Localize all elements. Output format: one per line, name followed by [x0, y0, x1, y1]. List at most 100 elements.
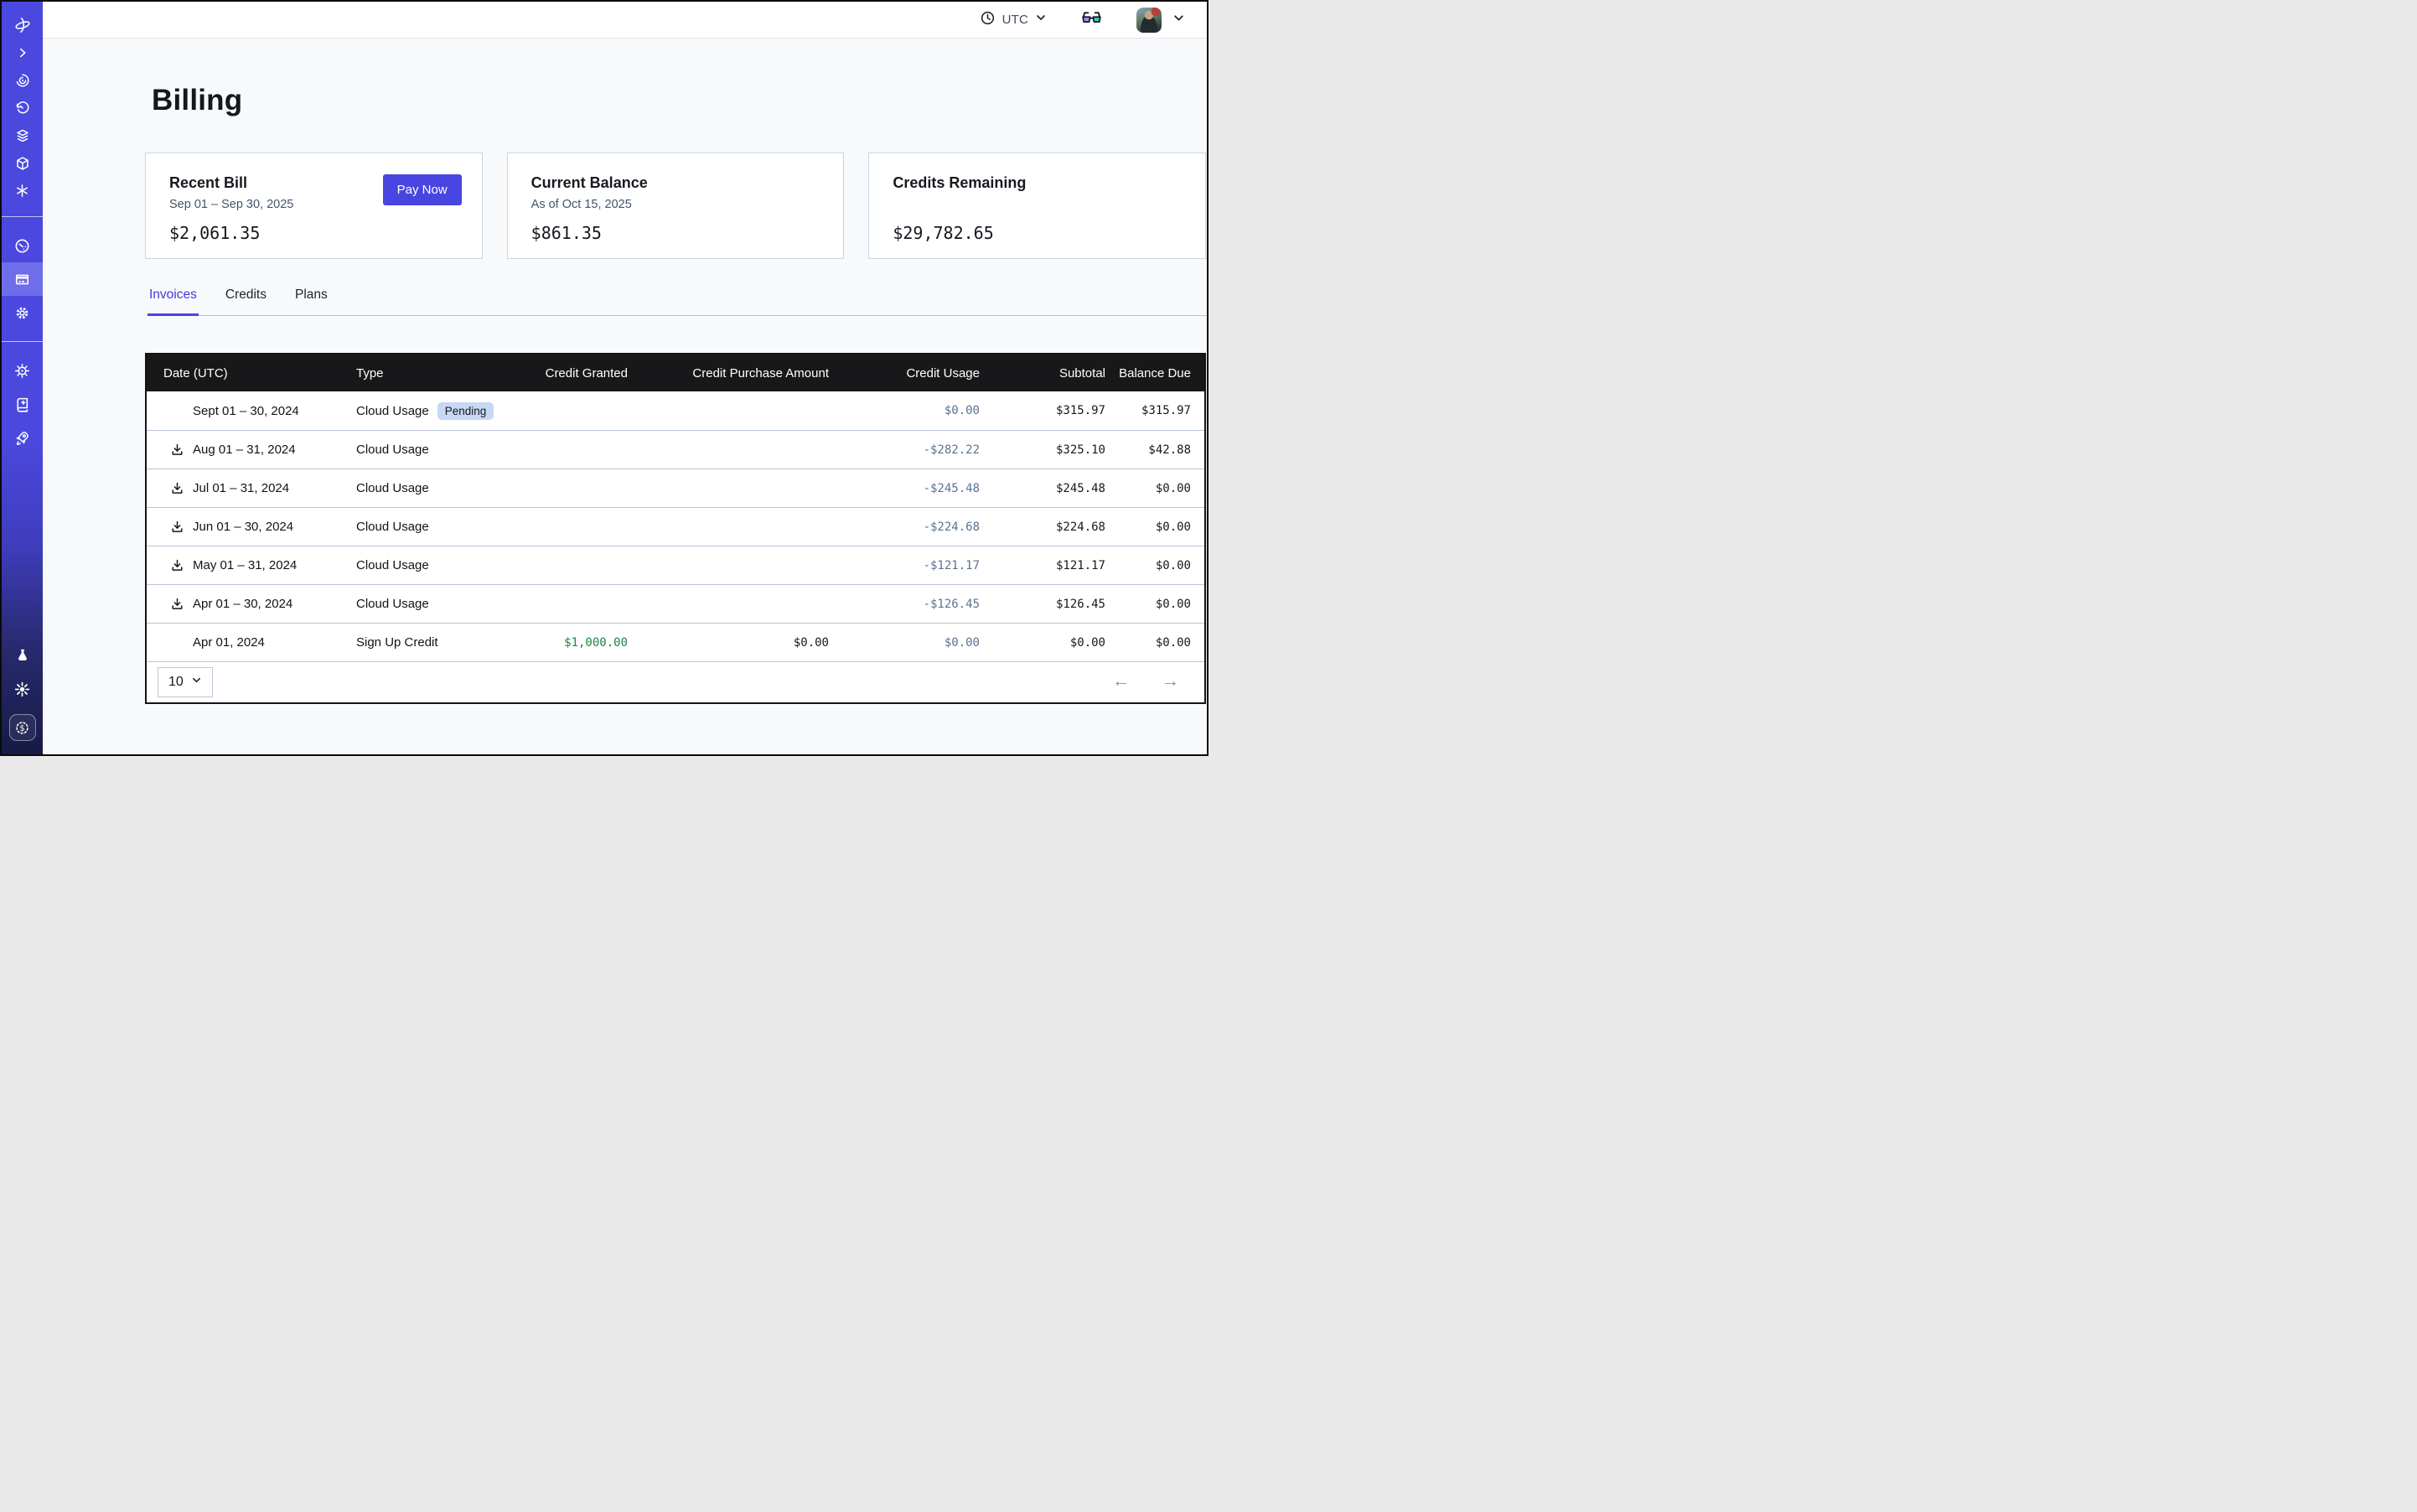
subtotal-value: $325.10 [993, 443, 1119, 457]
sidebar-item-docs[interactable] [2, 387, 43, 421]
glasses-icon[interactable] [1080, 11, 1103, 28]
billing-tabs: Invoices Credits Plans [148, 287, 1207, 316]
credit-purchase-value: $0.00 [641, 636, 842, 650]
download-invoice-button[interactable] [170, 520, 185, 535]
invoice-date: Jun 01 – 30, 2024 [193, 520, 293, 534]
pay-now-button[interactable]: Pay Now [383, 174, 462, 205]
invoice-date-cell: Jun 01 – 30, 2024 [147, 520, 356, 535]
avatar[interactable] [1136, 8, 1162, 33]
table-row: Jul 01 – 31, 2024 Cloud Usage -$245.48 $… [147, 469, 1204, 507]
table-row: Apr 01 – 30, 2024 Cloud Usage -$126.45 $… [147, 584, 1204, 623]
previous-page-button[interactable]: ← [1112, 671, 1130, 693]
tab-credits[interactable]: Credits [224, 287, 268, 316]
download-invoice-button[interactable] [170, 558, 185, 573]
sidebar-item-layers[interactable] [2, 122, 43, 149]
invoice-date: Apr 01 – 30, 2024 [193, 597, 292, 611]
invoice-date: Jul 01 – 31, 2024 [193, 481, 289, 495]
billing-card-icon [14, 272, 30, 287]
credit-usage-value: -$245.48 [842, 482, 993, 495]
credits-remaining-card: Credits Remaining $29,782.65 [868, 153, 1206, 259]
status-badge: Pending [437, 402, 494, 420]
download-invoice-button[interactable] [170, 443, 185, 458]
invoice-type: Cloud Usage [356, 481, 429, 495]
invoice-type: Cloud Usage [356, 520, 429, 534]
recent-bill-card: Recent Bill Sep 01 – Sep 30, 2025 $2,061… [145, 153, 483, 259]
sidebar-item-expand[interactable] [2, 39, 43, 66]
col-header-date: Date (UTC) [147, 366, 356, 381]
invoice-type: Cloud Usage [356, 443, 429, 457]
balance-due-value: $0.00 [1119, 482, 1204, 495]
sidebar-item-billing[interactable] [2, 262, 43, 296]
invoice-type-cell: Sign Up Credit [356, 635, 532, 650]
table-row: Sept 01 – 30, 2024 Cloud Usage Pending $… [147, 391, 1204, 430]
table-row: May 01 – 31, 2024 Cloud Usage -$121.17 $… [147, 546, 1204, 584]
next-page-button[interactable]: → [1162, 671, 1179, 693]
sidebar-item-labs[interactable] [2, 639, 43, 672]
invoice-type-cell: Cloud Usage [356, 481, 532, 495]
credit-usage-value: $0.00 [842, 404, 993, 417]
credit-usage-value: -$224.68 [842, 520, 993, 534]
invoice-type: Sign Up Credit [356, 635, 438, 650]
card-title: Current Balance [531, 174, 820, 192]
sidebar-item-credits[interactable]: $ [9, 714, 36, 741]
credit-granted-value: $1,000.00 [532, 636, 641, 650]
sidebar-item-services[interactable] [2, 177, 43, 205]
chevron-down-icon [1035, 12, 1047, 28]
card-subtitle: As of Oct 15, 2025 [531, 198, 820, 212]
subtotal-value: $0.00 [993, 636, 1119, 650]
invoice-type: Cloud Usage [356, 558, 429, 572]
chevron-down-icon[interactable] [1172, 12, 1185, 28]
balance-due-value: $0.00 [1119, 636, 1204, 650]
table-header-row: Date (UTC) Type Credit Granted Credit Pu… [147, 355, 1204, 391]
table-row: Jun 01 – 30, 2024 Cloud Usage -$224.68 $… [147, 507, 1204, 546]
observability-eye-icon [15, 73, 30, 88]
sidebar-item-launch[interactable] [2, 421, 43, 454]
app-window: $ UTC [0, 0, 1208, 756]
main-area: UTC [43, 2, 1207, 754]
current-balance-card: Current Balance As of Oct 15, 2025 $861.… [507, 153, 845, 259]
invoice-date-cell: Aug 01 – 31, 2024 [147, 443, 356, 458]
col-header-credit-granted: Credit Granted [532, 366, 641, 381]
sidebar-item-compute[interactable] [2, 149, 43, 177]
invoice-type-cell: Cloud Usage [356, 520, 532, 534]
invoice-type: Cloud Usage [356, 404, 429, 418]
rocket-icon [14, 430, 30, 446]
balance-due-value: $0.00 [1119, 520, 1204, 534]
subtotal-value: $245.48 [993, 482, 1119, 495]
subtotal-value: $315.97 [993, 404, 1119, 417]
page-title: Billing [152, 84, 1168, 117]
sidebar-item-history[interactable] [2, 94, 43, 122]
sidebar-item-settings[interactable] [2, 296, 43, 329]
history-clock-icon [15, 101, 30, 116]
gear-icon [14, 305, 30, 321]
invoice-date-cell: Apr 01, 2024 [147, 635, 356, 650]
card-amount: $861.35 [531, 223, 820, 243]
credit-usage-value: $0.00 [842, 636, 993, 650]
credit-usage-value: -$121.17 [842, 559, 993, 572]
download-invoice-button[interactable] [170, 481, 185, 496]
helm-wheel-icon [14, 363, 30, 379]
sidebar-item-theme[interactable] [2, 672, 43, 706]
dollar-badge-icon: $ [14, 720, 30, 736]
timezone-dropdown[interactable]: UTC [980, 10, 1047, 30]
sidebar-item-fleet[interactable] [2, 354, 43, 387]
docs-book-icon [14, 396, 30, 412]
summary-cards: Recent Bill Sep 01 – Sep 30, 2025 $2,061… [145, 153, 1206, 259]
invoice-date-cell: May 01 – 31, 2024 [147, 558, 356, 573]
balance-due-value: $0.00 [1119, 598, 1204, 611]
sidebar-item-usage[interactable] [2, 229, 43, 262]
col-header-subtotal: Subtotal [993, 366, 1119, 381]
page-size-select[interactable]: 10 [158, 667, 213, 697]
sidebar: $ [2, 2, 43, 754]
subtotal-value: $126.45 [993, 598, 1119, 611]
invoice-type-cell: Cloud Usage [356, 597, 532, 611]
download-invoice-button[interactable] [170, 597, 185, 612]
invoice-type-cell: Cloud Usage [356, 558, 532, 572]
billing-page: Billing Recent Bill Sep 01 – Sep 30, 202… [43, 39, 1207, 754]
sidebar-item-home[interactable] [2, 11, 43, 39]
tab-invoices[interactable]: Invoices [148, 287, 199, 316]
tab-plans[interactable]: Plans [293, 287, 329, 316]
col-header-credit-purchase: Credit Purchase Amount [641, 366, 842, 381]
sidebar-item-observability[interactable] [2, 66, 43, 94]
invoice-date: Aug 01 – 31, 2024 [193, 443, 296, 457]
